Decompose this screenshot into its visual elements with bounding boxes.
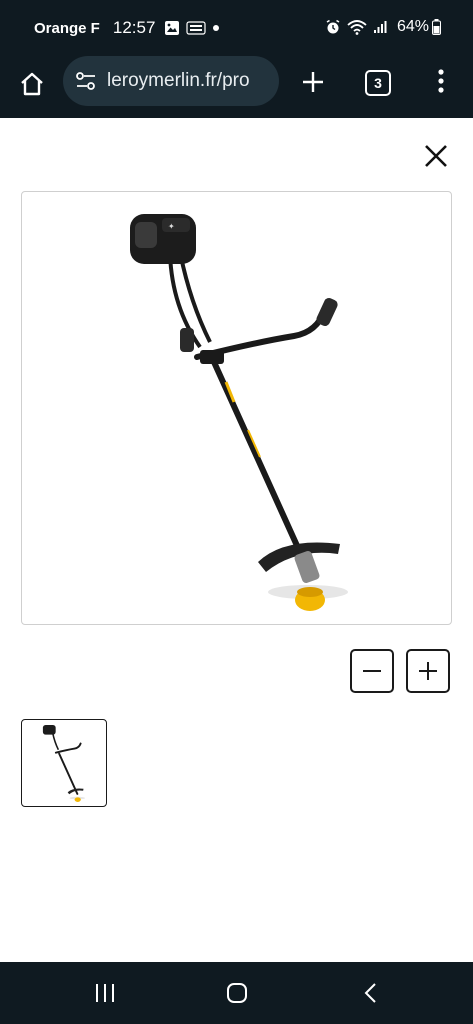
status-bar: Orange F 12:57 64% <box>0 0 473 54</box>
new-tab-icon[interactable] <box>299 68 327 96</box>
zoom-in-icon[interactable] <box>406 649 450 693</box>
gallery-icon <box>164 20 180 36</box>
clock: 12:57 <box>112 18 156 37</box>
alarm-icon <box>325 19 341 35</box>
wifi-icon <box>347 19 367 35</box>
dot-icon <box>212 24 220 32</box>
close-icon[interactable] <box>421 141 451 171</box>
url-text[interactable]: leroymerlin.fr/pro <box>107 70 250 92</box>
home-icon[interactable] <box>16 68 48 100</box>
battery-icon <box>432 19 441 35</box>
brush-cutter-thumbnail[interactable] <box>21 719 107 807</box>
recents-icon[interactable] <box>94 982 116 1004</box>
zoom-out-icon[interactable] <box>350 649 394 693</box>
status-left: Orange F 12:57 <box>34 18 226 38</box>
more-menu-icon[interactable] <box>432 66 450 96</box>
back-icon[interactable] <box>360 981 380 1005</box>
brush-cutter-image[interactable]: ✦ <box>21 191 452 625</box>
signal-icon <box>373 20 387 34</box>
temu-icon <box>186 21 207 35</box>
svg-text:✦: ✦ <box>168 222 175 231</box>
browser-toolbar: leroymerlin.fr/pro 3 <box>0 54 473 118</box>
carrier-name: Orange F <box>34 19 100 37</box>
system-nav-bar <box>0 962 473 1024</box>
status-right: 64% <box>325 18 447 36</box>
site-settings-icon[interactable] <box>75 71 97 91</box>
address-bar[interactable]: leroymerlin.fr/pro <box>63 56 279 106</box>
home-button-icon[interactable] <box>225 981 249 1005</box>
tabs-icon[interactable]: 3 <box>365 70 391 96</box>
battery-percent: 64% <box>396 18 429 35</box>
